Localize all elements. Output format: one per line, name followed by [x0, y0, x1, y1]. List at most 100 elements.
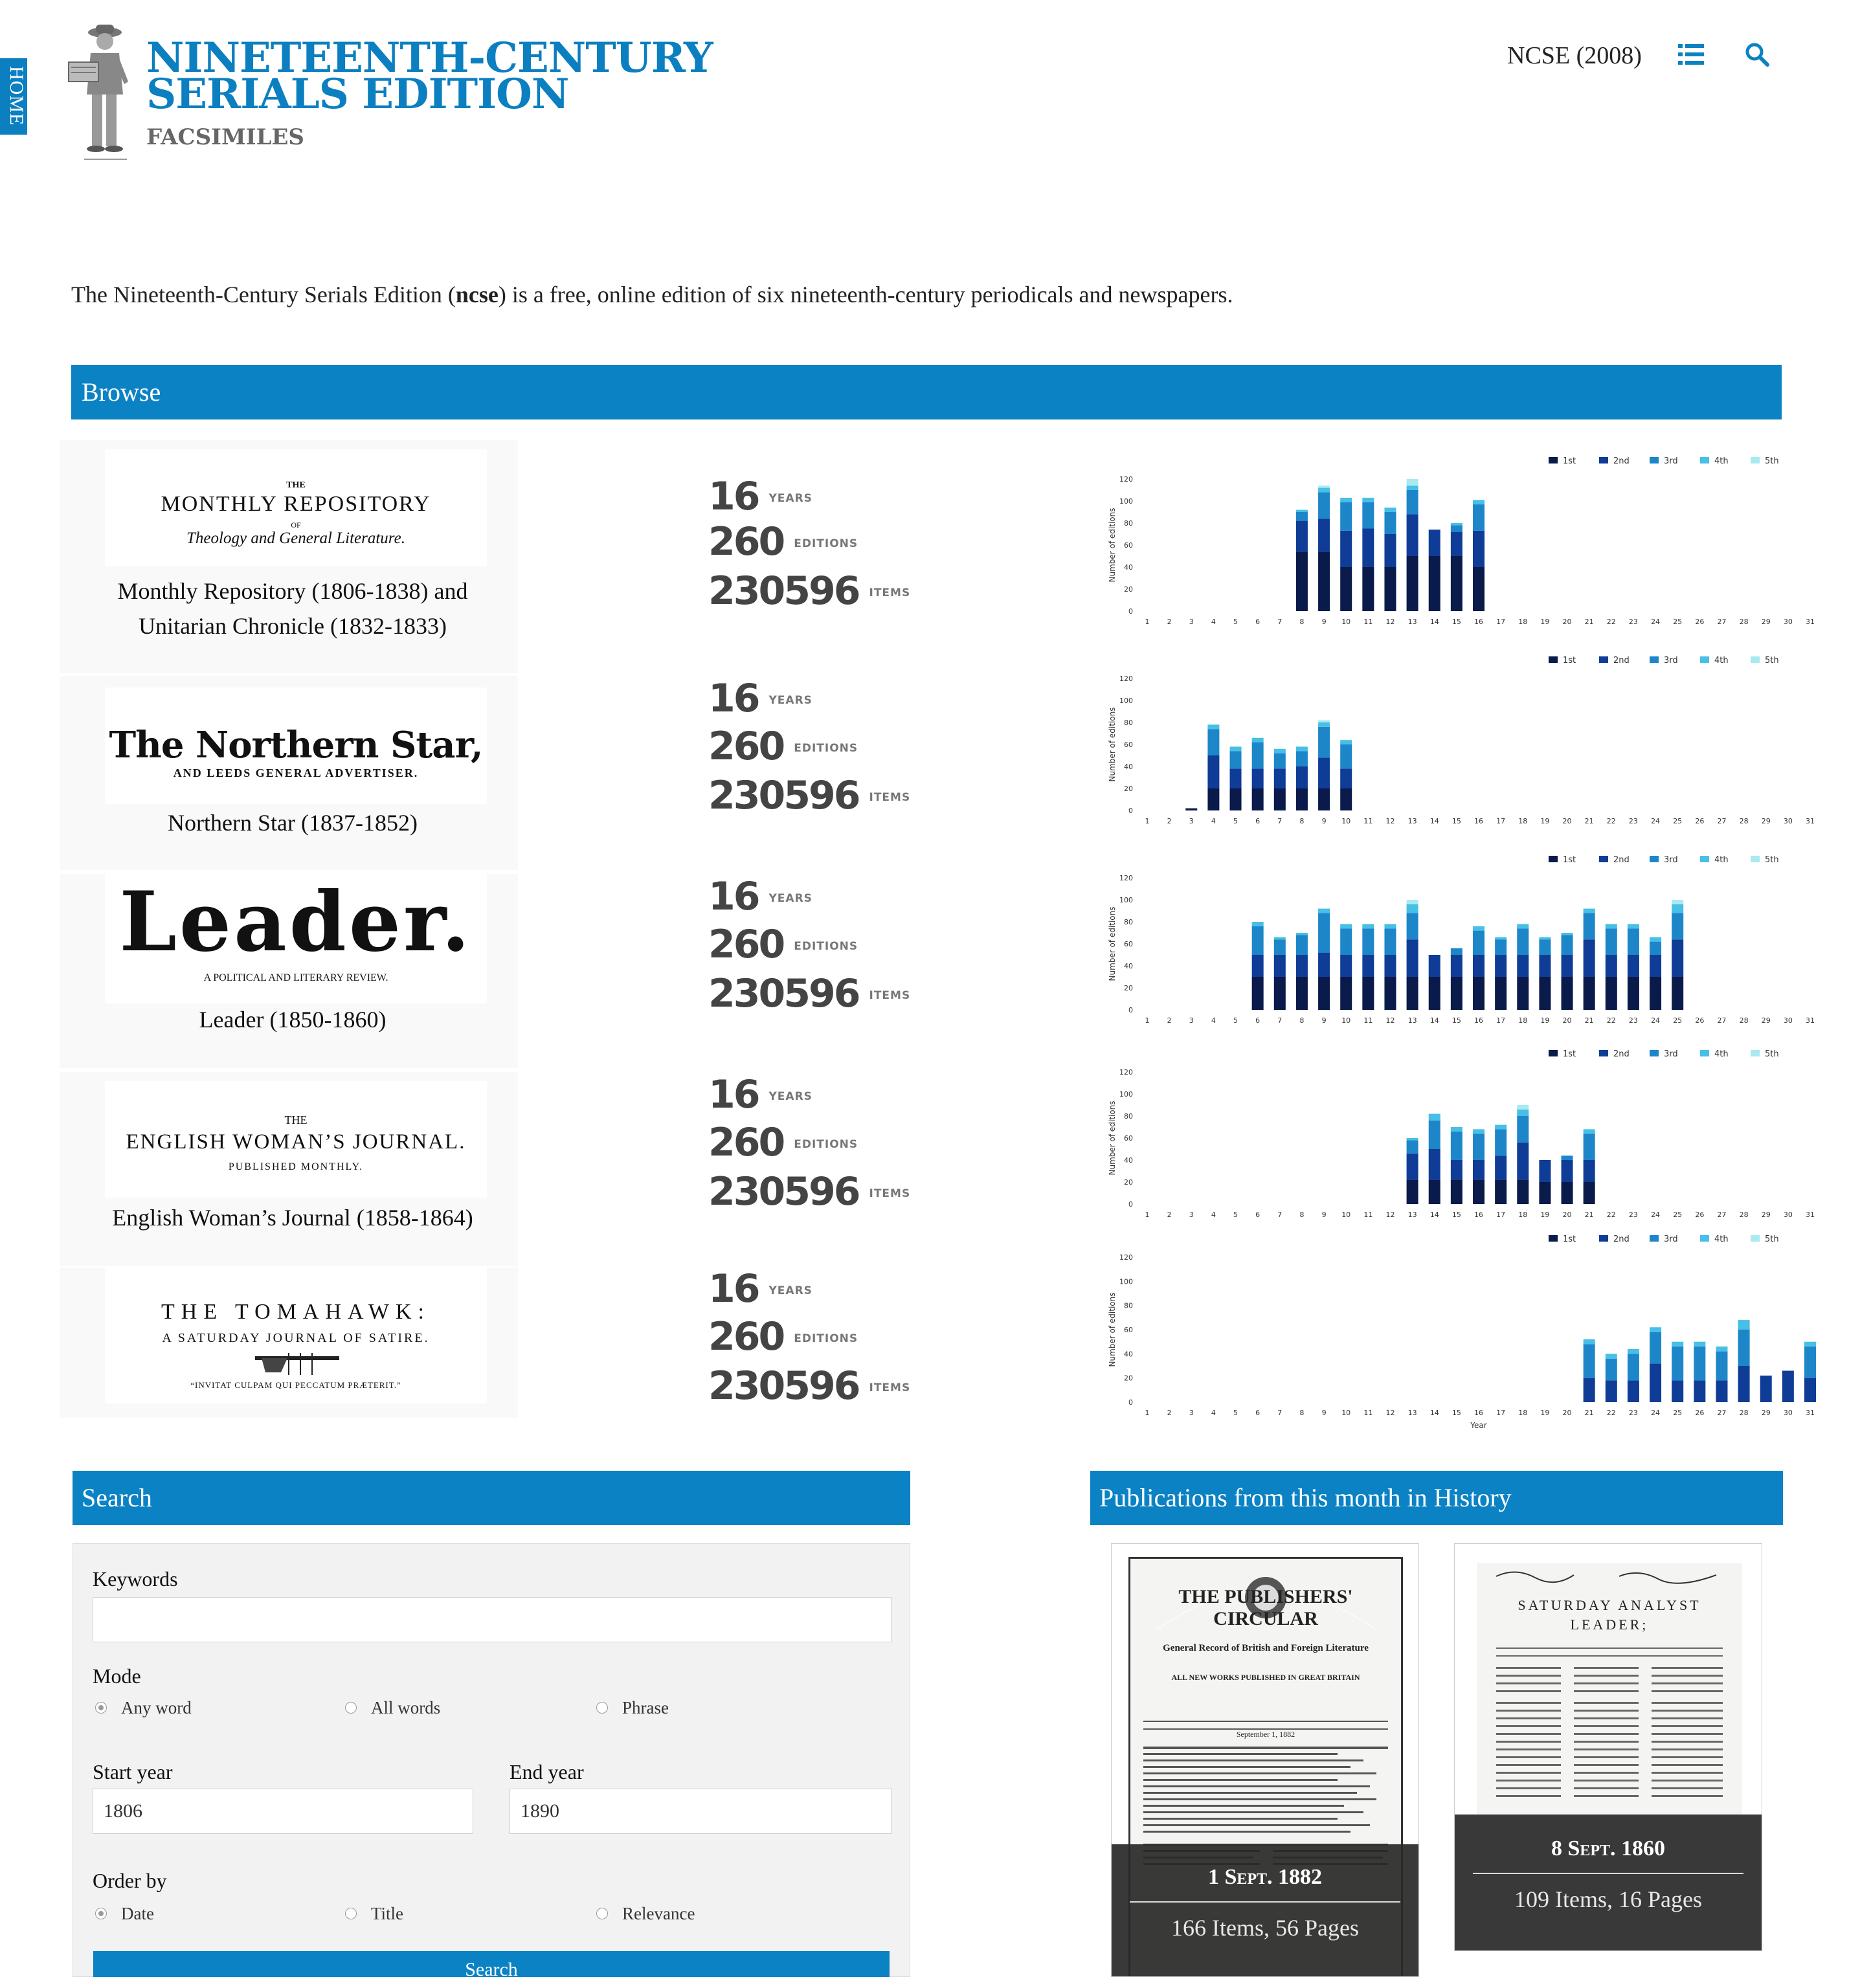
search-icon[interactable] [1744, 41, 1770, 67]
masthead-motto: “INVITAT CULPAM QUI PECCATUM PRÆTERIT.” [190, 1380, 401, 1390]
publication-title-line-2: Unitarian Chronicle (1832-1833) [139, 613, 447, 639]
order-title-radio[interactable]: Title [345, 1904, 403, 1924]
x-tick-label: 3 [1189, 618, 1194, 626]
order-date-radio[interactable]: Date [95, 1904, 154, 1924]
bar-segment [1583, 1129, 1595, 1134]
x-tick-label: 19 [1540, 1211, 1549, 1219]
editions-chart-5: 1st 2nd 3rd 4th 5th020406080100120Number of … [1108, 1234, 1816, 1430]
x-tick-label: 16 [1474, 618, 1483, 626]
x-tick-label: 20 [1563, 1409, 1572, 1417]
legend-swatch [1751, 1235, 1760, 1242]
bar-segment [1517, 928, 1529, 955]
years-stat: 16 YEARS [708, 474, 812, 519]
history-card-saturday-analyst[interactable]: SATURDAY ANALYST LEADER; 8 Sept. 1860 10… [1454, 1543, 1762, 1951]
editions-chart-3: 1st 2nd 3rd 4th 5th020406080100120Number of … [1108, 855, 1815, 1025]
publication-title[interactable]: Northern Star (1837-1852) [60, 805, 526, 840]
search-button[interactable]: Search [93, 1951, 890, 1980]
x-tick-label: 8 [1299, 817, 1304, 825]
list-icon[interactable] [1678, 43, 1704, 66]
bar-segment [1495, 937, 1507, 940]
x-tick-label: 27 [1717, 1211, 1726, 1219]
x-tick-label: 27 [1717, 817, 1726, 825]
x-tick-label: 4 [1211, 1211, 1216, 1219]
ncse-2008-link[interactable]: NCSE (2008) [1507, 41, 1642, 70]
publication-card[interactable]: The Northern Star, AND LEEDS GENERAL ADV… [60, 676, 518, 870]
y-tick-label: 80 [1124, 1112, 1133, 1121]
bar-segment [1318, 913, 1330, 953]
keywords-input[interactable] [93, 1597, 891, 1642]
bar-segment [1804, 1346, 1816, 1378]
x-tick-label: 6 [1255, 1211, 1260, 1219]
tomahawk-emblem [255, 1353, 339, 1375]
x-tick-label: 29 [1762, 1211, 1771, 1219]
masthead-main: The Northern Star, [109, 724, 484, 766]
x-tick-label: 6 [1255, 817, 1260, 825]
bar-segment [1428, 1179, 1440, 1204]
editions-stat: 260 EDITIONS [708, 922, 858, 967]
publication-row-leader[interactable]: Leader. A POLITICAL AND LITERARY REVIEW.… [60, 855, 1815, 1068]
bar-segment [1384, 955, 1396, 977]
legend-swatch [1650, 856, 1659, 862]
x-tick-label: 28 [1740, 618, 1749, 626]
x-tick-label: 2 [1167, 1409, 1172, 1417]
end-year-input[interactable] [510, 1789, 891, 1834]
bar-segment [1340, 768, 1352, 788]
x-tick-label: 28 [1740, 1409, 1749, 1417]
x-tick-label: 21 [1585, 618, 1594, 626]
history-card-publishers-circular[interactable]: THE PUBLISHERS' CIRCULAR General Record … [1111, 1543, 1419, 1977]
publication-title[interactable]: English Woman’s Journal (1858-1864) [60, 1200, 526, 1235]
publication-card[interactable]: THE MONTHLY REPOSITORY OF Theology and G… [60, 440, 518, 673]
bar-segment [1340, 928, 1352, 955]
y-axis-label: Number of editions [1108, 1293, 1117, 1367]
bar-segment [1273, 753, 1286, 769]
x-tick-label: 21 [1585, 1016, 1594, 1025]
home-tab[interactable]: HOME [0, 58, 27, 135]
bar-segment [1473, 1179, 1485, 1204]
bar-segment [1318, 492, 1330, 519]
start-year-input[interactable] [93, 1789, 473, 1834]
mode-phrase-radio[interactable]: Phrase [596, 1698, 669, 1718]
x-tick-label: 21 [1585, 1211, 1594, 1219]
y-tick-label: 20 [1124, 1374, 1133, 1383]
mode-all-words-radio[interactable]: All words [345, 1698, 440, 1718]
order-relevance-radio[interactable]: Relevance [596, 1904, 695, 1924]
bar-segment [1207, 724, 1220, 730]
mode-any-word-radio[interactable]: Any word [95, 1698, 192, 1718]
x-tick-label: 17 [1496, 1211, 1505, 1219]
publication-title[interactable]: Monthly Repository (1806-1838) and Unita… [60, 574, 526, 643]
legend-swatch [1599, 457, 1608, 463]
x-tick-label: 31 [1806, 817, 1815, 825]
x-tick-label: 1 [1145, 817, 1150, 825]
bar-segment [1473, 530, 1485, 567]
bar-segment [1406, 486, 1418, 490]
bar-segment [1318, 720, 1330, 722]
publication-row-tomahawk[interactable]: THE TOMAHAWK: A SATURDAY JOURNAL OF SATI… [60, 1234, 1816, 1430]
x-tick-label: 22 [1607, 618, 1616, 626]
legend-label: 1st [1563, 1234, 1576, 1244]
years-stat: 16 YEARS [708, 1266, 812, 1312]
x-tick-label: 5 [1233, 817, 1238, 825]
publication-row-northern-star[interactable]: The Northern Star, AND LEEDS GENERAL ADV… [60, 656, 1815, 870]
masthead-sub: AND LEEDS GENERAL ADVERTISER. [173, 766, 419, 779]
y-tick-label: 60 [1124, 541, 1133, 550]
bar-segment [1450, 1127, 1462, 1132]
publication-card[interactable]: THE TOMAHAWK: A SATURDAY JOURNAL OF SATI… [60, 1268, 518, 1418]
site-logo-title[interactable]: NINETEENTH-CENTURY SERIALS EDITION [146, 38, 713, 115]
publication-title[interactable]: Leader (1850-1860) [60, 1002, 526, 1037]
publication-card[interactable]: Leader. A POLITICAL AND LITERARY REVIEW.… [60, 874, 518, 1068]
y-tick-label: 0 [1128, 1398, 1133, 1407]
page-thumbnail: SATURDAY ANALYST LEADER; [1477, 1563, 1742, 1816]
bar-segment [1561, 1182, 1573, 1204]
publication-card[interactable]: THE ENGLISH WOMAN’S JOURNAL. PUBLISHED M… [60, 1072, 518, 1266]
end-year-label: End year [510, 1760, 584, 1783]
x-tick-label: 3 [1189, 1211, 1194, 1219]
x-tick-label: 25 [1673, 1016, 1682, 1025]
items-stat: 230596 ITEMS [708, 568, 911, 614]
x-tick-label: 5 [1233, 1211, 1238, 1219]
bar-segment [1362, 567, 1374, 611]
legend-label: 3rd [1664, 855, 1678, 865]
legend-swatch [1549, 656, 1558, 663]
publication-row-monthly-repository[interactable]: THE MONTHLY REPOSITORY OF Theology and G… [60, 440, 1815, 673]
bar-segment [1583, 977, 1595, 1010]
x-tick-label: 14 [1430, 1016, 1439, 1025]
